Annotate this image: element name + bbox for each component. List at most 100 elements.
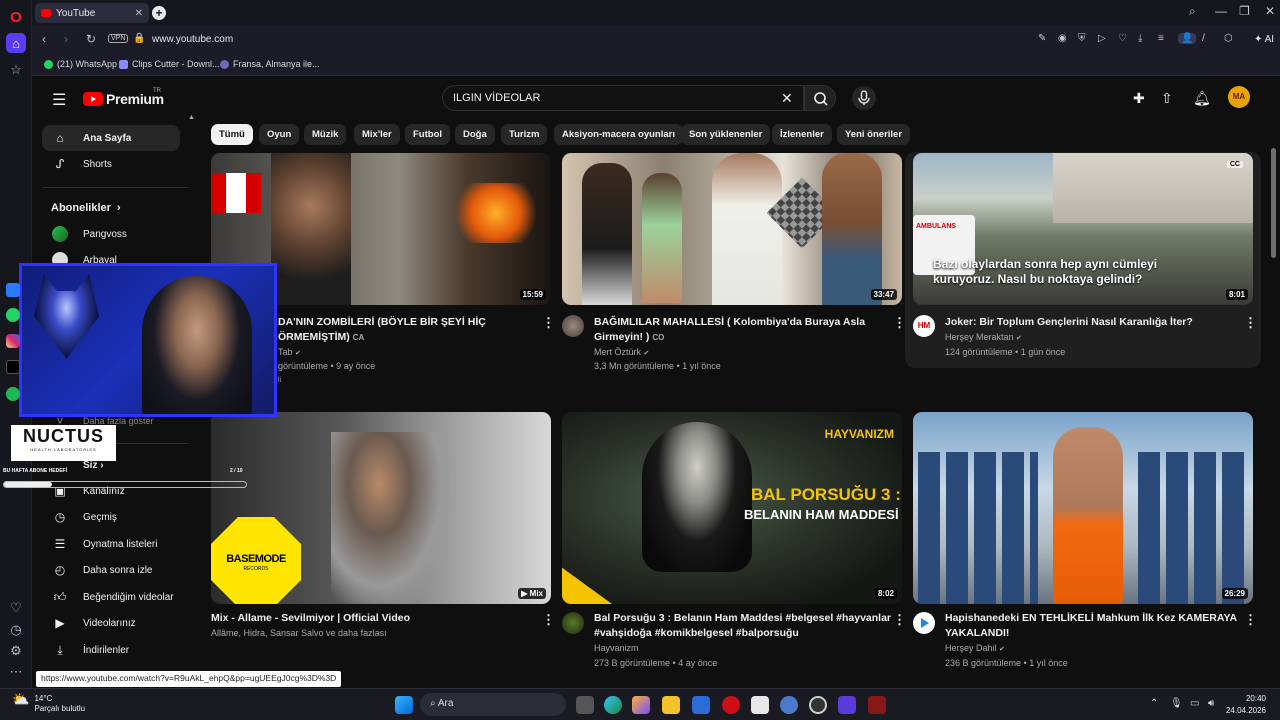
channel-name[interactable]: Herşey Dahil ✔: [945, 641, 1005, 657]
video-title[interactable]: Mix - Allame - Sevilmiyor | Official Vid…: [211, 611, 410, 626]
camera-icon[interactable]: ◉: [1058, 33, 1067, 44]
sidebar-item-playlists[interactable]: ☰ Oynatma listeleri: [42, 531, 180, 557]
close-window-icon[interactable]: ✕: [1265, 4, 1275, 18]
taskbar-search[interactable]: ⌕ Ara: [420, 693, 566, 716]
ai-button[interactable]: ✦ AI: [1250, 30, 1278, 50]
sidebar-item-shorts[interactable]: ᔑ Shorts: [42, 151, 180, 177]
history-icon[interactable]: ◷: [6, 620, 26, 640]
sidebar-item-history[interactable]: ◷ Geçmiş: [42, 504, 180, 530]
weather-widget[interactable]: ⛅ 14°C Parçalı bulutlu: [12, 692, 85, 714]
clear-search-icon[interactable]: ✕: [781, 90, 793, 107]
lock-icon[interactable]: 🔒: [133, 33, 145, 44]
spotify-icon[interactable]: [6, 387, 20, 401]
channel-avatar[interactable]: [562, 315, 584, 337]
channel-avatar[interactable]: [913, 612, 935, 634]
app-icon[interactable]: [780, 696, 798, 714]
upload-icon[interactable]: ⇧: [1161, 90, 1173, 107]
home-icon[interactable]: ⌂: [6, 33, 26, 53]
chip-music[interactable]: Müzik: [304, 124, 347, 145]
sidebar-item-your-videos[interactable]: ▶ Videolarınız: [42, 610, 180, 636]
chip-new-to-you[interactable]: Yeni öneriler: [837, 124, 911, 145]
whatsapp-side-icon[interactable]: [6, 308, 20, 322]
video-title-line2[interactable]: Girmeyin! ) CO: [594, 330, 664, 345]
sidebar-item-downloads[interactable]: ⤓ İndirilenler: [42, 637, 180, 663]
chip-football[interactable]: Futbol: [405, 124, 451, 145]
task-view-icon[interactable]: [576, 696, 594, 714]
sidebar-scroll-up-icon[interactable]: ▲: [188, 114, 195, 121]
network-icon[interactable]: ▭: [1190, 698, 1199, 709]
volume-icon[interactable]: 🔊︎: [1208, 698, 1214, 709]
menu-lines-icon[interactable]: ≡: [1158, 33, 1164, 44]
chip-action-adventure[interactable]: Aksiyon-macera oyunları: [554, 124, 683, 145]
video-title[interactable]: BAĞIMLILAR MAHALLESİ ( Kolombiya'da Bura…: [594, 315, 865, 330]
chip-game[interactable]: Oyun: [259, 124, 300, 145]
video-thumbnail[interactable]: BASEMODE RECORDS ▶ Mix: [211, 412, 551, 604]
heart-toolbar-icon[interactable]: ♡: [1118, 33, 1127, 44]
more-actions-icon[interactable]: ⋮: [1244, 612, 1257, 628]
video-title[interactable]: Bal Porsuğu 3 : Belanın Ham Maddesi #bel…: [594, 611, 891, 626]
more-icon[interactable]: ⋯: [6, 662, 26, 682]
obs-icon[interactable]: [809, 696, 827, 714]
search-tabs-icon[interactable]: ⌕: [1189, 4, 1196, 19]
antivirus-icon[interactable]: [868, 696, 886, 714]
channel-name[interactable]: Herşey Meraktan ✔: [945, 330, 1022, 346]
microphone-tray-icon[interactable]: 🎙︎: [1170, 698, 1183, 709]
instagram-icon[interactable]: [6, 334, 20, 348]
hamburger-menu-icon[interactable]: ☰: [52, 90, 66, 110]
video-title-line2[interactable]: ÖRMEMİŞTİM) CA: [278, 330, 364, 345]
search-button[interactable]: [804, 85, 836, 111]
x-twitter-icon[interactable]: [6, 360, 20, 374]
profile-icon[interactable]: 👤: [1178, 33, 1197, 44]
app-icon[interactable]: [838, 696, 856, 714]
video-title-line2[interactable]: #vahşidoğa #komikbelgesel #balporsuğu: [594, 626, 799, 641]
opera-taskbar-icon[interactable]: [722, 696, 740, 714]
outlook-icon[interactable]: [692, 696, 710, 714]
cube-icon[interactable]: ⬡: [1224, 33, 1233, 44]
search-input[interactable]: ILGIN VİDEOLAR ✕: [442, 85, 804, 111]
minimize-icon[interactable]: —: [1215, 4, 1227, 18]
tab-youtube[interactable]: YouTube ✕: [35, 3, 149, 23]
bookmark-clips-cutter[interactable]: Clips Cutter - Downl...: [119, 59, 220, 69]
sidebar-item-home[interactable]: ⌂ Ana Sayfa: [42, 125, 180, 151]
video-title[interactable]: DA'NIN ZOMBİLERİ (BÖYLE BİR ŞEYİ HİÇ: [278, 315, 486, 330]
page-scrollbar[interactable]: [1271, 148, 1276, 258]
more-actions-icon[interactable]: ⋮: [1244, 315, 1257, 331]
download-icon[interactable]: ⤓: [1138, 33, 1142, 44]
video-title-line2[interactable]: YAKALANDI!: [945, 626, 1009, 641]
chip-tourism[interactable]: Turizm: [501, 124, 548, 145]
notifications-bell-icon[interactable]: 🔔︎: [1193, 90, 1211, 107]
messenger-icon[interactable]: [6, 283, 20, 297]
vpn-badge[interactable]: VPN: [108, 34, 129, 43]
channel-name[interactable]: Allâme, Hidra, Sansar Salvo ve daha fazl…: [211, 626, 387, 641]
gamepad-icon[interactable]: ✚: [1133, 90, 1145, 107]
forward-icon[interactable]: ›: [64, 32, 68, 46]
chip-mixes[interactable]: Mix'ler: [354, 124, 400, 145]
taskbar-clock[interactable]: 20:40 24.04.2026: [1226, 693, 1266, 717]
video-thumbnail[interactable]: HAYVANIZM BAL PORSUĞU 3 : BELANIN HAM MA…: [562, 412, 902, 604]
chip-nature[interactable]: Doğa: [455, 124, 495, 145]
video-title[interactable]: Hapishanedeki EN TEHLİKELİ Mahkum İlk Ke…: [945, 611, 1237, 626]
copilot-icon[interactable]: [632, 696, 650, 714]
maximize-icon[interactable]: ❐: [1239, 4, 1250, 18]
video-title[interactable]: Joker: Bir Toplum Gençlerini Nasıl Karan…: [945, 315, 1193, 330]
new-tab-button[interactable]: +: [152, 6, 166, 20]
more-actions-icon[interactable]: ⋮: [542, 315, 555, 331]
chip-watched[interactable]: İzlenenler: [772, 124, 832, 145]
edge-icon[interactable]: [604, 696, 622, 714]
edit-icon[interactable]: ✎: [1038, 33, 1046, 44]
shield-icon[interactable]: ⛨: [1078, 33, 1086, 44]
file-explorer-icon[interactable]: [662, 696, 680, 714]
pen-icon[interactable]: /: [1202, 33, 1205, 44]
close-tab-icon[interactable]: ✕: [135, 8, 143, 19]
channel-avatar[interactable]: HM: [913, 315, 935, 337]
star-icon[interactable]: ☆: [6, 60, 26, 80]
bookmark-news[interactable]: Fransa, Almanya ile...: [220, 59, 320, 69]
bookmark-whatsapp[interactable]: (21) WhatsApp: [44, 59, 117, 69]
opera-logo-icon[interactable]: O: [6, 7, 26, 27]
heart-icon[interactable]: ♡: [6, 598, 26, 618]
chip-all[interactable]: Tümü: [211, 124, 253, 145]
play-icon[interactable]: ▷: [1098, 33, 1106, 44]
sidebar-sub-pangvoss[interactable]: Pangvoss: [42, 221, 180, 247]
reload-icon[interactable]: ↻: [86, 32, 96, 46]
windows-start-icon[interactable]: [395, 696, 413, 714]
